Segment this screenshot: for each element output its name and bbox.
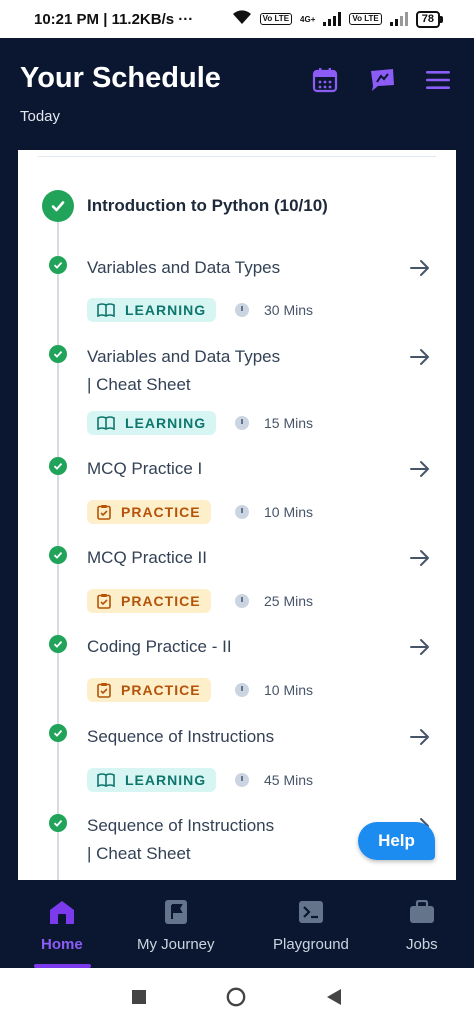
badge-label: LEARNING — [125, 302, 207, 318]
check-icon — [49, 724, 67, 742]
item-title-line2: | Cheat Sheet — [87, 844, 191, 863]
nav-label: Playground — [273, 936, 349, 953]
timeline-line — [57, 205, 59, 880]
briefcase-icon — [408, 898, 436, 926]
check-icon — [49, 457, 67, 475]
status-time-speed: 10:21 PM | 11.2KB/s — [34, 10, 175, 28]
menu-icon[interactable] — [422, 64, 454, 96]
clock-icon — [235, 505, 249, 519]
nav-item-jobs[interactable]: Jobs — [406, 898, 438, 953]
help-button[interactable]: Help — [358, 822, 435, 860]
item-title-line1: Sequence of Instructions — [87, 816, 275, 835]
item-duration: 10 Mins — [264, 504, 314, 520]
item-title: Variables and Data Types | Cheat Sheet — [87, 343, 387, 399]
item-duration: 25 Mins — [264, 593, 314, 609]
clock-icon — [235, 683, 249, 697]
signal-icon-2 — [389, 12, 408, 26]
learning-badge: LEARNING — [87, 298, 217, 322]
schedule-content[interactable]: Introduction to Python (10/10) Variables… — [0, 150, 474, 880]
item-title-line2: | Cheat Sheet — [87, 375, 191, 394]
system-nav-bar — [0, 968, 474, 1026]
item-title: Coding Practice - II — [87, 637, 232, 656]
arrow-right-icon[interactable] — [408, 345, 432, 369]
learning-badge: LEARNING — [87, 768, 217, 792]
book-icon — [97, 416, 115, 430]
nav-label: Jobs — [406, 936, 438, 953]
item-title-line1: Variables and Data Types — [87, 347, 281, 366]
nav-item-my-journey[interactable]: My Journey — [137, 898, 215, 953]
item-duration: 45 Mins — [264, 772, 314, 788]
arrow-right-icon[interactable] — [408, 256, 432, 280]
nav-label: Home — [41, 936, 83, 953]
badge-label: PRACTICE — [121, 593, 201, 609]
book-icon — [97, 773, 115, 787]
home-icon — [48, 898, 76, 926]
status-dots: ··· — [178, 10, 194, 28]
clock-icon — [235, 303, 249, 317]
clock-icon — [235, 416, 249, 430]
practice-badge: PRACTICE — [87, 500, 211, 524]
nav-item-home[interactable]: Home — [41, 898, 83, 953]
home-button-icon[interactable] — [226, 987, 246, 1007]
item-title: Sequence of Instructions | Cheat Sheet — [87, 812, 387, 868]
clock-icon — [235, 773, 249, 787]
page-subtitle: Today — [20, 108, 61, 125]
arrow-right-icon[interactable] — [408, 635, 432, 659]
badge-label: LEARNING — [125, 772, 207, 788]
check-icon — [49, 814, 67, 832]
flag-icon — [162, 898, 190, 926]
clipboard-check-icon — [97, 682, 111, 698]
check-icon — [49, 635, 67, 653]
badge-label: PRACTICE — [121, 682, 201, 698]
arrow-right-icon[interactable] — [408, 725, 432, 749]
check-icon — [49, 345, 67, 363]
status-right: Vo LTE 4G+ Vo LTE 78 — [232, 9, 444, 29]
status-bar: 10:21 PM | 11.2KB/s ··· Vo LTE 4G+ Vo LT… — [0, 0, 474, 38]
bottom-nav: Home My Journey Playground Jobs — [0, 880, 474, 968]
learning-badge: LEARNING — [87, 411, 217, 435]
wifi-icon — [232, 9, 252, 29]
volte-badge-2: Vo LTE — [349, 13, 382, 25]
terminal-icon — [297, 898, 325, 926]
practice-badge: PRACTICE — [87, 589, 211, 613]
check-icon — [49, 256, 67, 274]
nav-item-playground[interactable]: Playground — [273, 898, 349, 953]
clipboard-check-icon — [97, 593, 111, 609]
recents-button-icon[interactable] — [129, 987, 149, 1007]
arrow-right-icon[interactable] — [408, 546, 432, 570]
item-title: Sequence of Instructions — [87, 727, 275, 746]
badge-label: LEARNING — [125, 415, 207, 431]
chat-icon[interactable] — [366, 64, 398, 96]
practice-badge: PRACTICE — [87, 678, 211, 702]
clock-icon — [235, 594, 249, 608]
item-duration: 15 Mins — [264, 415, 314, 431]
network-type: 4G+ — [300, 14, 316, 24]
book-icon — [97, 303, 115, 317]
schedule-card: Introduction to Python (10/10) Variables… — [18, 150, 456, 880]
page-title: Your Schedule — [20, 62, 221, 94]
back-button-icon[interactable] — [324, 987, 344, 1007]
nav-label: My Journey — [137, 936, 215, 953]
check-icon — [49, 546, 67, 564]
app-header: Your Schedule Today — [0, 38, 474, 150]
badge-label: PRACTICE — [121, 504, 201, 520]
item-title: MCQ Practice II — [87, 548, 207, 567]
volte-badge: Vo LTE — [259, 13, 293, 25]
clipboard-check-icon — [97, 504, 111, 520]
divider — [38, 156, 436, 157]
signal-icon — [323, 12, 342, 26]
item-duration: 10 Mins — [264, 682, 314, 698]
course-title[interactable]: Introduction to Python (10/10) — [87, 196, 328, 216]
battery-icon: 78 — [415, 10, 444, 28]
item-duration: 30 Mins — [264, 302, 314, 318]
item-title: Variables and Data Types — [87, 258, 281, 277]
arrow-right-icon[interactable] — [408, 457, 432, 481]
calendar-icon[interactable] — [309, 64, 341, 96]
course-complete-check-icon — [42, 190, 74, 222]
status-left: 10:21 PM | 11.2KB/s ··· — [34, 11, 193, 28]
item-title: MCQ Practice I — [87, 459, 203, 478]
